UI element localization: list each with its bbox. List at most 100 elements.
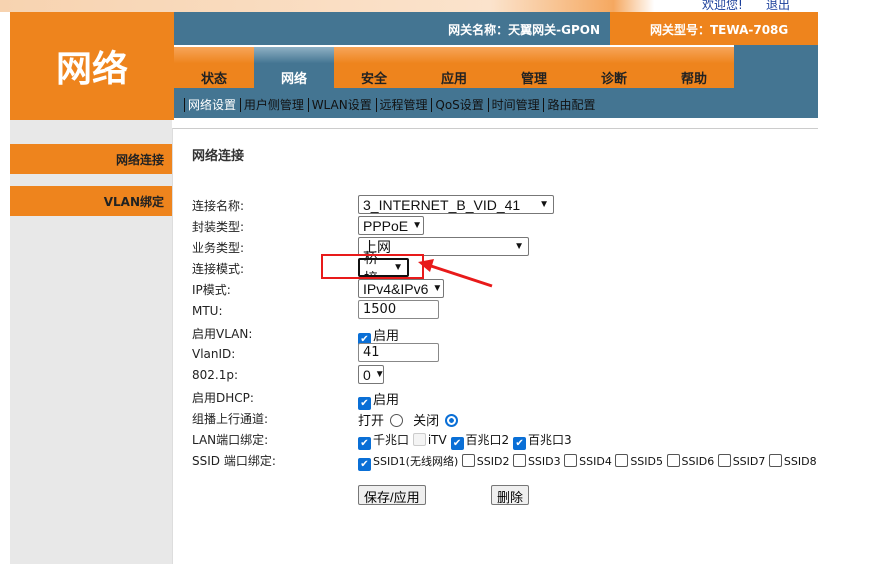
ssid4-checkbox[interactable]: SSID4 <box>564 454 612 468</box>
checkbox-checked-icon: ✔ <box>450 437 464 450</box>
tab-status[interactable]: 状态 <box>174 45 254 88</box>
ssid5-checkbox[interactable]: SSID5 <box>615 454 664 468</box>
ssid-label: SSID4 <box>579 455 612 468</box>
checkbox-unchecked-icon <box>717 454 731 467</box>
ssid1-checkbox[interactable]: ✔ SSID1(无线网络) <box>358 455 459 471</box>
p8021-select[interactable]: 0 ▼ <box>358 365 385 384</box>
subnav-wlan[interactable]: WLAN设置 <box>312 98 372 112</box>
subnav-qos[interactable]: QoS设置 <box>435 98 483 112</box>
ssid-label: SSID7 <box>732 455 766 468</box>
dhcp-label: 启用DHCP: <box>192 391 254 405</box>
tab-management[interactable]: 管理 <box>494 45 574 88</box>
multicast-on-radio[interactable] <box>390 414 404 427</box>
encap-value: PPPoE <box>363 217 409 234</box>
tab-help[interactable]: 帮助 <box>654 45 734 88</box>
ip-mode-label: IP模式: <box>192 283 231 297</box>
tab-diagnostics[interactable]: 诊断 <box>574 45 654 88</box>
checkbox-checked-icon: ✔ <box>358 458 371 471</box>
lan-port-1-checkbox[interactable]: ✔ 千兆口 <box>358 433 410 450</box>
ssid6-checkbox[interactable]: SSID6 <box>666 454 715 468</box>
tab-security[interactable]: 安全 <box>334 45 414 88</box>
lan-port-itv-checkbox[interactable]: iTV <box>412 433 447 447</box>
dhcp-checkbox[interactable]: ✔ 启用 <box>358 389 399 410</box>
multicast-off-radio[interactable] <box>445 414 459 427</box>
ssid-label: SSID3 <box>527 455 561 468</box>
vlan-id-label: VlanID: <box>192 347 236 361</box>
annotation-highlight-box <box>321 254 424 279</box>
dhcp-text: 启用 <box>373 393 400 408</box>
conn-name-select[interactable]: 3_INTERNET_B_VID_41 ▼ <box>358 195 554 214</box>
service-label: 业务类型: <box>192 241 245 255</box>
checkbox-unchecked-icon <box>666 454 680 467</box>
ssid7-checkbox[interactable]: SSID7 <box>717 454 766 468</box>
mtu-label: MTU: <box>192 304 223 318</box>
gateway-model: 网关型号：TEWA-708G <box>610 12 818 45</box>
multicast-off-text: 关闭 <box>413 414 440 429</box>
chevron-down-icon: ▼ <box>432 283 443 294</box>
header-bar: 网关名称：天翼网关-GPON 网关型号：TEWA-708G <box>174 12 818 45</box>
lan-port-2-checkbox[interactable]: ✔ 百兆口2 <box>450 433 510 450</box>
conn-name-label: 连接名称: <box>192 199 245 213</box>
mtu-input[interactable]: 1500 <box>358 300 439 319</box>
lan-port-label: 百兆口3 <box>528 433 572 447</box>
vlan-enable-text: 启用 <box>373 329 400 344</box>
ssid-label: SSID6 <box>681 455 715 468</box>
ip-mode-select[interactable]: IPv4&IPv6 ▼ <box>358 279 444 298</box>
subnav-remote[interactable]: 远程管理 <box>380 98 428 112</box>
top-banner <box>0 0 818 12</box>
subnav-user-side[interactable]: 用户侧管理 <box>244 98 304 112</box>
p8021-value: 0 <box>363 366 371 383</box>
lan-port-label: 百兆口2 <box>465 433 510 447</box>
multicast-on-text: 打开 <box>358 414 385 429</box>
subnav-time[interactable]: 时间管理 <box>492 98 540 112</box>
checkbox-checked-icon: ✔ <box>513 437 527 450</box>
save-apply-button[interactable]: 保存/应用 <box>358 485 426 505</box>
checkbox-unchecked-icon <box>512 454 526 467</box>
ssid3-checkbox[interactable]: SSID3 <box>512 454 561 468</box>
checkbox-unchecked-icon <box>615 454 629 467</box>
chevron-down-icon: ▼ <box>412 220 423 231</box>
p8021-label: 802.1p: <box>192 368 239 382</box>
encap-select[interactable]: PPPoE ▼ <box>358 216 424 235</box>
lan-port-label: 千兆口 <box>373 433 410 447</box>
subnav-routing[interactable]: 路由配置 <box>547 98 595 112</box>
ssid2-checkbox[interactable]: SSID2 <box>461 454 510 468</box>
checkbox-unchecked-icon <box>461 454 475 467</box>
ssid-label: SSID1(无线网络) <box>373 455 459 468</box>
sidebar-item-network-connection[interactable]: 网络连接 <box>10 144 174 174</box>
chevron-down-icon: ▼ <box>539 199 549 210</box>
tab-application[interactable]: 应用 <box>414 45 494 88</box>
ssid-label: SSID5 <box>630 455 664 468</box>
delete-button[interactable]: 删除 <box>491 485 530 505</box>
chevron-down-icon: ▼ <box>514 241 524 252</box>
ssid8-checkbox[interactable]: SSID8 <box>768 454 817 468</box>
multicast-radio-group: 打开 关闭 <box>358 410 464 429</box>
sub-navigation: 网络设置 用户侧管理 WLAN设置 远程管理 QoS设置 时间管理 路由配置 <box>174 88 818 118</box>
vlan-id-input[interactable]: 41 <box>358 343 439 362</box>
checkbox-checked-icon: ✔ <box>358 397 371 410</box>
subnav-network-settings[interactable]: 网络设置 <box>188 98 236 112</box>
lan-bind-group: ✔ 千兆口 iTV ✔ 百兆口2 ✔ 百兆口3 <box>358 431 572 450</box>
ssid-bind-label: SSID 端口绑定: <box>192 454 276 468</box>
checkbox-unchecked-icon <box>564 454 578 467</box>
gateway-name: 网关名称：天翼网关-GPON <box>448 23 600 37</box>
tab-network[interactable]: 网络 <box>254 45 334 88</box>
ssid-bind-group: ✔ SSID1(无线网络) SSID2 SSID3 SSID4 SSID5 SSI… <box>358 453 817 471</box>
page-title: 网络连接 <box>192 149 245 164</box>
multicast-label: 组播上行通道: <box>192 412 269 426</box>
encap-label: 封装类型: <box>192 220 245 234</box>
ssid-label: SSID2 <box>476 455 510 468</box>
sidebar-item-vlan-binding[interactable]: VLAN绑定 <box>10 186 174 216</box>
checkbox-checked-icon: ✔ <box>358 437 371 450</box>
lan-bind-label: LAN端口绑定: <box>192 433 269 447</box>
checkbox-disabled-icon <box>412 433 426 446</box>
main-tabs: 状态 网络 安全 应用 管理 诊断 帮助 <box>174 45 818 88</box>
ip-mode-value: IPv4&IPv6 <box>363 280 429 297</box>
conn-name-value: 3_INTERNET_B_VID_41 <box>363 196 521 213</box>
ssid-label: SSID8 <box>783 455 817 468</box>
mode-label: 连接模式: <box>192 262 245 276</box>
lan-port-label: iTV <box>427 433 447 447</box>
section-logo: 网络 <box>10 12 174 120</box>
chevron-down-icon: ▼ <box>374 369 385 380</box>
lan-port-3-checkbox[interactable]: ✔ 百兆口3 <box>513 433 572 450</box>
